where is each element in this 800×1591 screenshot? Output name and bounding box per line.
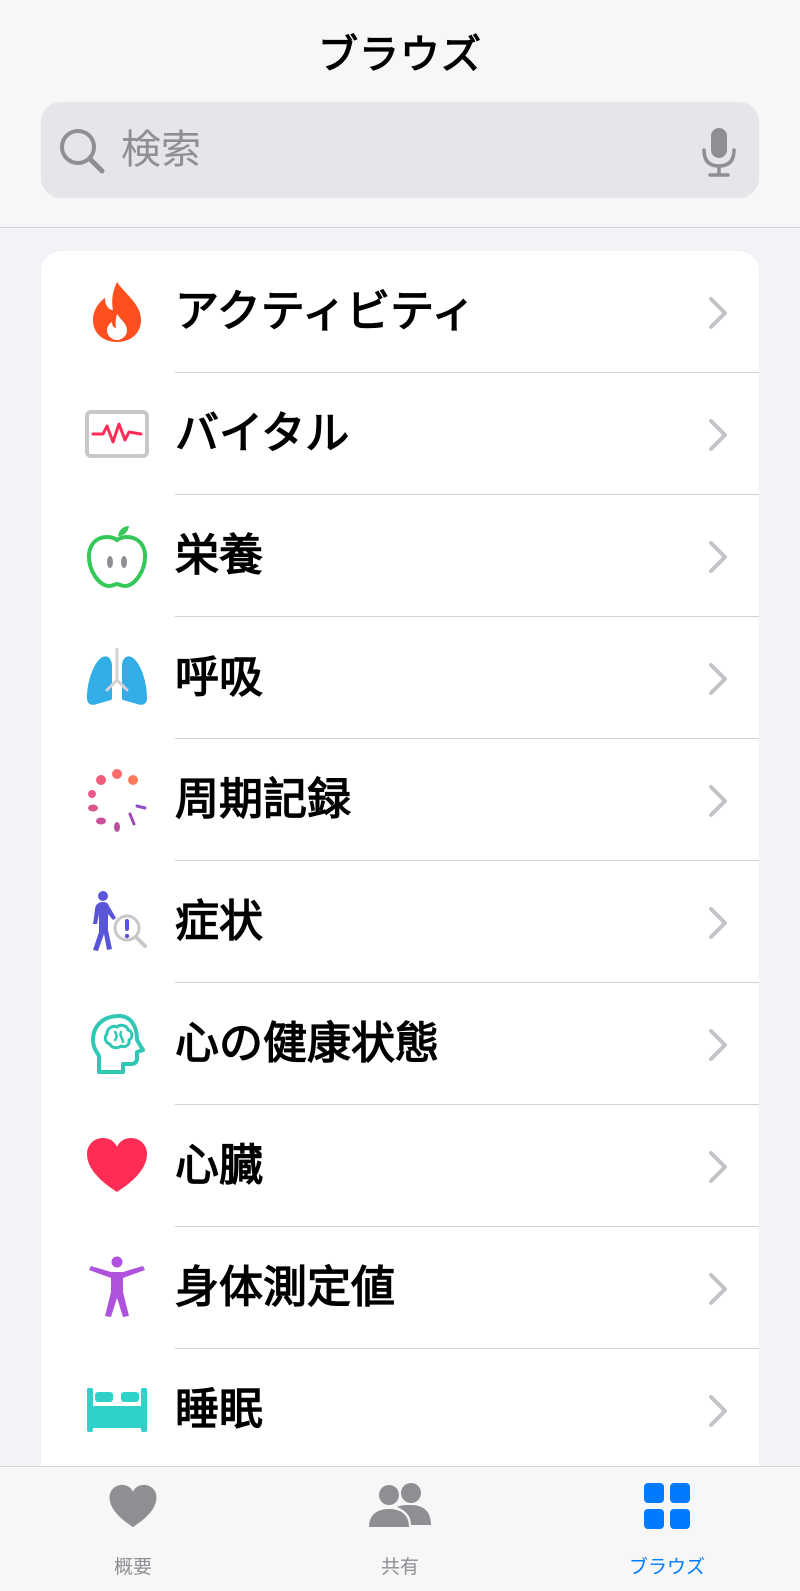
category-label: 周期記録: [175, 774, 351, 825]
chevron-right-icon: [709, 1273, 727, 1305]
tab-summary[interactable]: 概要: [33, 1467, 233, 1591]
category-row-respiratory[interactable]: 呼吸: [41, 617, 759, 739]
chevron-right-icon: [709, 1395, 727, 1427]
vitals-monitor-icon: [85, 410, 149, 458]
header: ブラウズ: [0, 0, 800, 228]
category-label: 身体測定値: [175, 1262, 395, 1313]
cycle-dots-icon: [88, 769, 147, 832]
chevron-right-icon: [709, 419, 727, 451]
category-row-body-measurements[interactable]: 身体測定値: [41, 1227, 759, 1349]
heart-icon: [109, 1484, 157, 1528]
category-row-heart[interactable]: 心臓: [41, 1105, 759, 1227]
tab-label: 概要: [113, 1556, 152, 1578]
tab-label: 共有: [380, 1556, 419, 1578]
category-row-symptoms[interactable]: 症状: [41, 861, 759, 983]
category-label: 症状: [175, 896, 263, 947]
category-label: 睡眠: [175, 1384, 263, 1435]
tab-browse[interactable]: ブラウズ: [567, 1467, 767, 1591]
search-icon: [60, 129, 105, 174]
category-label: アクティビティ: [175, 286, 476, 337]
search-input[interactable]: [119, 102, 681, 198]
people-icon: [369, 1483, 431, 1527]
brain-head-icon: [91, 1014, 145, 1074]
tab-label: ブラウズ: [628, 1556, 705, 1578]
chevron-right-icon: [709, 1029, 727, 1061]
lungs-icon: [87, 648, 147, 705]
category-row-sleep[interactable]: 睡眠: [41, 1349, 759, 1471]
category-row-vitals[interactable]: バイタル: [41, 373, 759, 495]
chevron-right-icon: [709, 541, 727, 573]
chevron-right-icon: [709, 785, 727, 817]
grid-icon: [644, 1483, 690, 1529]
chevron-right-icon: [709, 297, 727, 329]
bed-icon: [87, 1388, 147, 1432]
category-label: 栄養: [175, 530, 263, 581]
category-label: 心の健康状態: [175, 1018, 439, 1069]
tab-sharing[interactable]: 共有: [300, 1467, 500, 1591]
category-row-mental-wellbeing[interactable]: 心の健康状態: [41, 983, 759, 1105]
chevron-right-icon: [709, 663, 727, 695]
category-label: 心臓: [175, 1140, 263, 1191]
heart-icon: [87, 1138, 147, 1192]
category-row-cycle-tracking[interactable]: 周期記録: [41, 739, 759, 861]
chevron-right-icon: [709, 907, 727, 939]
page-title: ブラウズ: [318, 32, 482, 78]
category-label: 呼吸: [175, 652, 263, 703]
search-bar[interactable]: [41, 102, 759, 198]
app-root: ブラウズ アクティビティ: [0, 0, 800, 1591]
tab-bar: 概要 共有 ブラウズ: [0, 1466, 800, 1591]
body-figure-icon: [89, 1256, 145, 1317]
flame-icon: [93, 282, 141, 342]
chevron-right-icon: [709, 1151, 727, 1183]
category-label: バイタル: [175, 408, 350, 459]
category-row-nutrition[interactable]: 栄養: [41, 495, 759, 617]
apple-icon: [86, 526, 148, 588]
microphone-icon[interactable]: [699, 126, 739, 178]
symptoms-person-icon: [93, 891, 147, 951]
category-row-activity[interactable]: アクティビティ: [41, 251, 759, 373]
category-list: アクティビティ バイタル 栄養 呼吸 周期記録 症状 心の健康状態 心臓 身体測…: [41, 251, 759, 1591]
